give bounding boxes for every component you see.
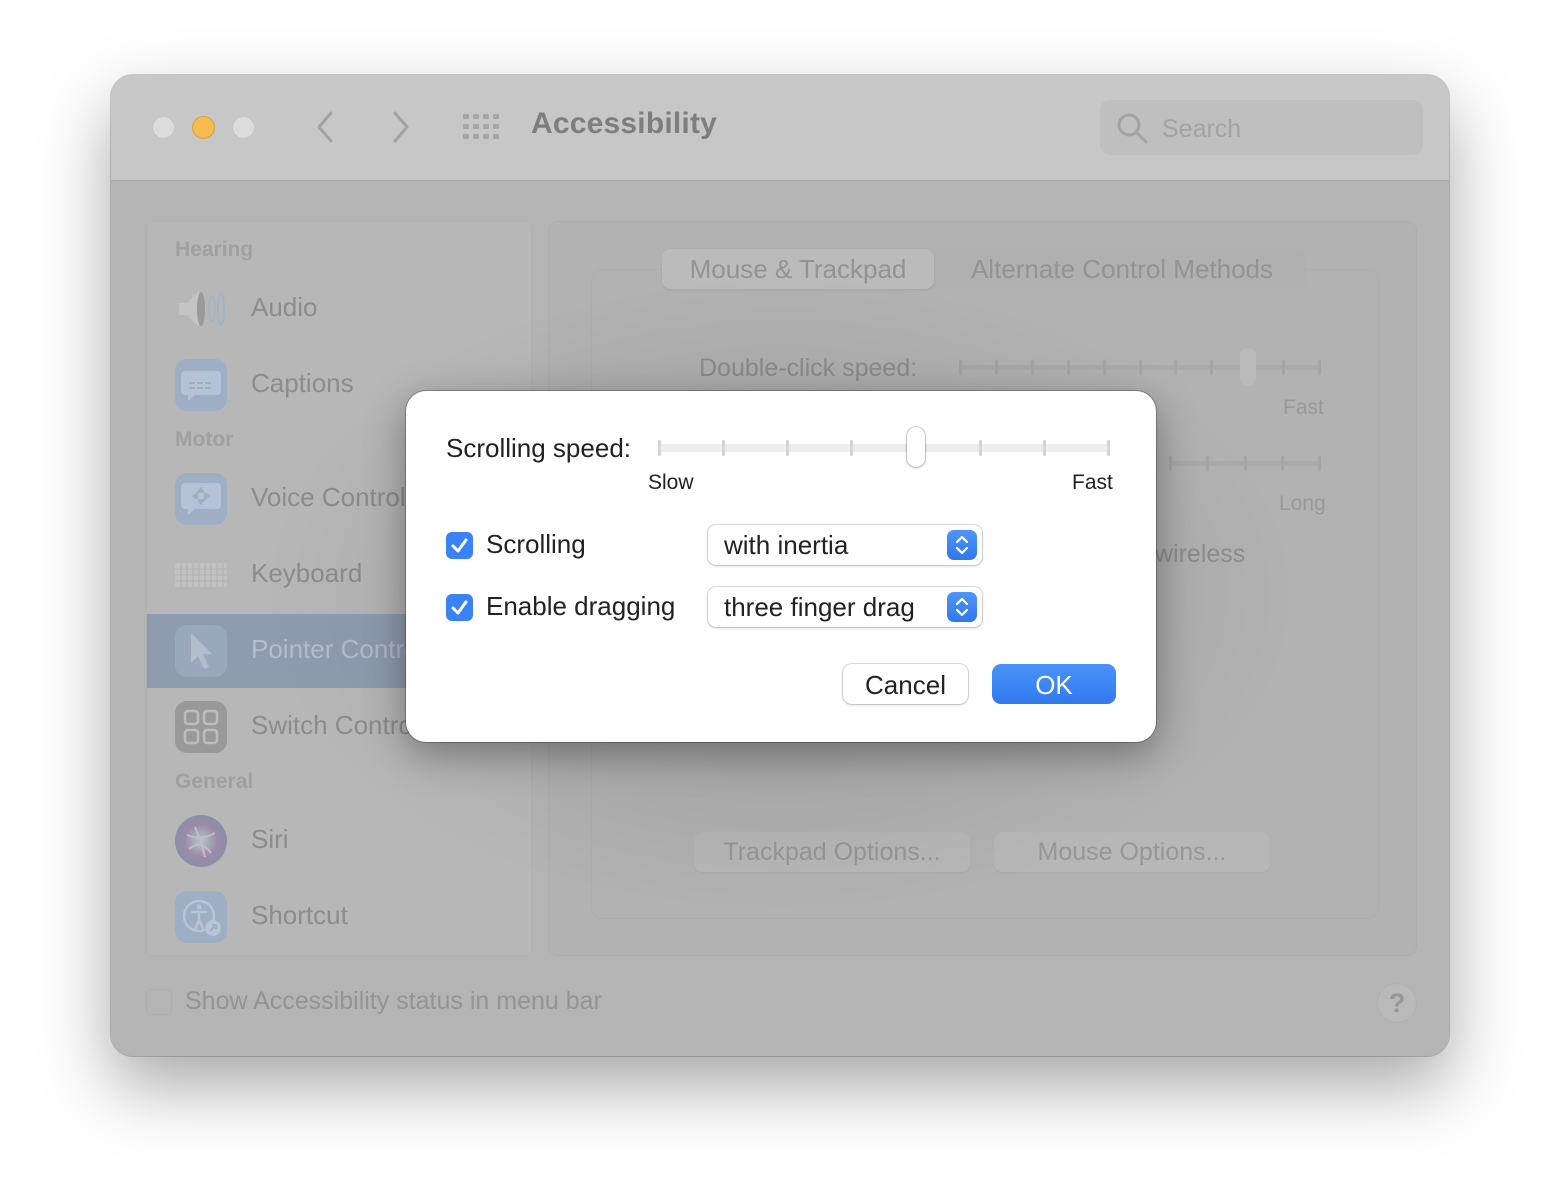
slider-tick: [1318, 456, 1321, 471]
sidebar-item-label: Audio: [251, 292, 318, 322]
slider-tick: [1030, 360, 1034, 375]
speaker-icon: [175, 283, 227, 335]
sidebar-item-label: Pointer Control: [251, 634, 425, 664]
popup-stepper: [947, 530, 977, 560]
minimize-window-button[interactable]: [192, 116, 215, 139]
back-button[interactable]: [311, 109, 341, 145]
spring-loading-delay-slider[interactable]: [1169, 448, 1321, 478]
forward-button[interactable]: [385, 109, 415, 145]
slider-tick: [1138, 360, 1142, 375]
slider-tick: [1107, 440, 1110, 456]
sidebar-section-motor: Motor: [175, 428, 234, 451]
enable-dragging-checkbox[interactable]: [446, 594, 473, 621]
enable-dragging-label: Enable dragging: [486, 591, 676, 621]
slider-tick: [1210, 360, 1214, 375]
show-status-checkbox[interactable]: [146, 989, 172, 1015]
chevron-up-down-icon: [955, 535, 969, 555]
slider-tick: [658, 440, 661, 456]
sidebar-item-label: Captions: [251, 368, 354, 398]
double-click-fast-label: Fast: [1283, 396, 1324, 419]
close-window-button[interactable]: [152, 116, 175, 139]
slider-tick: [994, 360, 998, 375]
slider-tick: [959, 360, 962, 375]
sidebar-item-siri[interactable]: Siri: [147, 804, 531, 878]
slider-tick: [786, 440, 790, 456]
checkmark-icon: [451, 600, 468, 615]
slider-tick: [1169, 456, 1172, 471]
slider-tick: [1042, 440, 1046, 456]
slider-tick: [1318, 360, 1321, 375]
slider-tick: [1066, 360, 1070, 375]
sidebar-item-label: Switch Control: [251, 710, 419, 740]
siri-icon: [175, 815, 227, 867]
scrolling-speed-label: Scrolling speed:: [446, 433, 631, 463]
search-icon: [1117, 113, 1148, 144]
tab-alternate-control-methods[interactable]: Alternate Control Methods: [942, 249, 1302, 289]
accessibility-shortcut-icon: [175, 891, 227, 943]
slider-tick: [1280, 456, 1284, 471]
spring-loading-long-label: Long: [1279, 492, 1326, 515]
search-input[interactable]: [1160, 110, 1404, 148]
slider-max-label: Fast: [1072, 471, 1113, 494]
captions-icon: [175, 359, 227, 411]
slider-thumb[interactable]: [1239, 348, 1256, 386]
sidebar-item-shortcut[interactable]: Shortcut: [147, 880, 531, 954]
chevron-right-icon: [393, 111, 409, 143]
pointer-icon: [175, 625, 227, 677]
scrolling-speed-slider[interactable]: [658, 427, 1110, 467]
sidebar-section-general: General: [175, 770, 254, 793]
tab-mouse-trackpad[interactable]: Mouse & Trackpad: [662, 249, 934, 289]
sidebar-item-label: Keyboard: [251, 558, 363, 588]
slider-tick: [1282, 360, 1286, 375]
slider-tick: [1102, 360, 1106, 375]
cancel-button[interactable]: Cancel: [843, 664, 968, 704]
sidebar-item-label: Shortcut: [251, 900, 348, 930]
dragging-mode-value: three finger drag: [724, 592, 915, 622]
scrolling-mode-popup[interactable]: with inertia: [708, 525, 982, 565]
popup-stepper: [947, 592, 977, 622]
tab-bar: Mouse & Trackpad Alternate Control Metho…: [662, 249, 1306, 289]
voice-control-icon: [175, 473, 227, 525]
ok-button[interactable]: OK: [992, 664, 1116, 704]
double-click-speed-label: Double-click speed:: [699, 354, 918, 382]
window-title: Accessibility: [531, 107, 718, 140]
sidebar-section-hearing: Hearing: [175, 238, 254, 261]
trackpad-options-dialog: Scrolling speed: Slow Fast Scrolling wit…: [406, 391, 1156, 742]
show-all-button[interactable]: [463, 114, 501, 140]
zoom-window-button[interactable]: [232, 116, 255, 139]
slider-tick: [1174, 360, 1178, 375]
slider-tick: [1243, 456, 1247, 471]
slider-tick: [978, 440, 982, 456]
sidebar-item-audio[interactable]: Audio: [147, 272, 531, 346]
mouse-options-button[interactable]: Mouse Options...: [994, 832, 1270, 872]
sidebar-item-label: Voice Control: [251, 482, 406, 512]
title-bar: Accessibility: [111, 75, 1449, 181]
keyboard-icon: [175, 549, 227, 601]
double-click-speed-slider[interactable]: [959, 348, 1321, 386]
slider-tick: [850, 440, 854, 456]
slider-thumb[interactable]: [906, 427, 925, 467]
help-icon: ?: [1388, 988, 1406, 1018]
slider-min-label: Slow: [648, 471, 694, 494]
slider-tick: [1206, 456, 1210, 471]
help-button[interactable]: ?: [1377, 983, 1417, 1023]
scrolling-checkbox[interactable]: [446, 532, 473, 559]
scrolling-label: Scrolling: [486, 529, 586, 559]
trackpad-options-button[interactable]: Trackpad Options...: [694, 832, 970, 872]
checkmark-icon: [451, 538, 468, 553]
search-field[interactable]: [1100, 100, 1423, 155]
sidebar-item-label: Siri: [251, 824, 289, 854]
ignore-trackpad-wireless-text: wireless: [1155, 540, 1246, 568]
dragging-mode-popup[interactable]: three finger drag: [708, 587, 982, 627]
scrolling-mode-value: with inertia: [724, 530, 849, 560]
grid-icon: [463, 114, 499, 139]
chevron-up-down-icon: [955, 597, 969, 617]
switch-control-icon: [175, 701, 227, 753]
chevron-left-icon: [317, 111, 333, 143]
slider-tick: [722, 440, 726, 456]
show-status-label: Show Accessibility status in menu bar: [185, 987, 602, 1015]
